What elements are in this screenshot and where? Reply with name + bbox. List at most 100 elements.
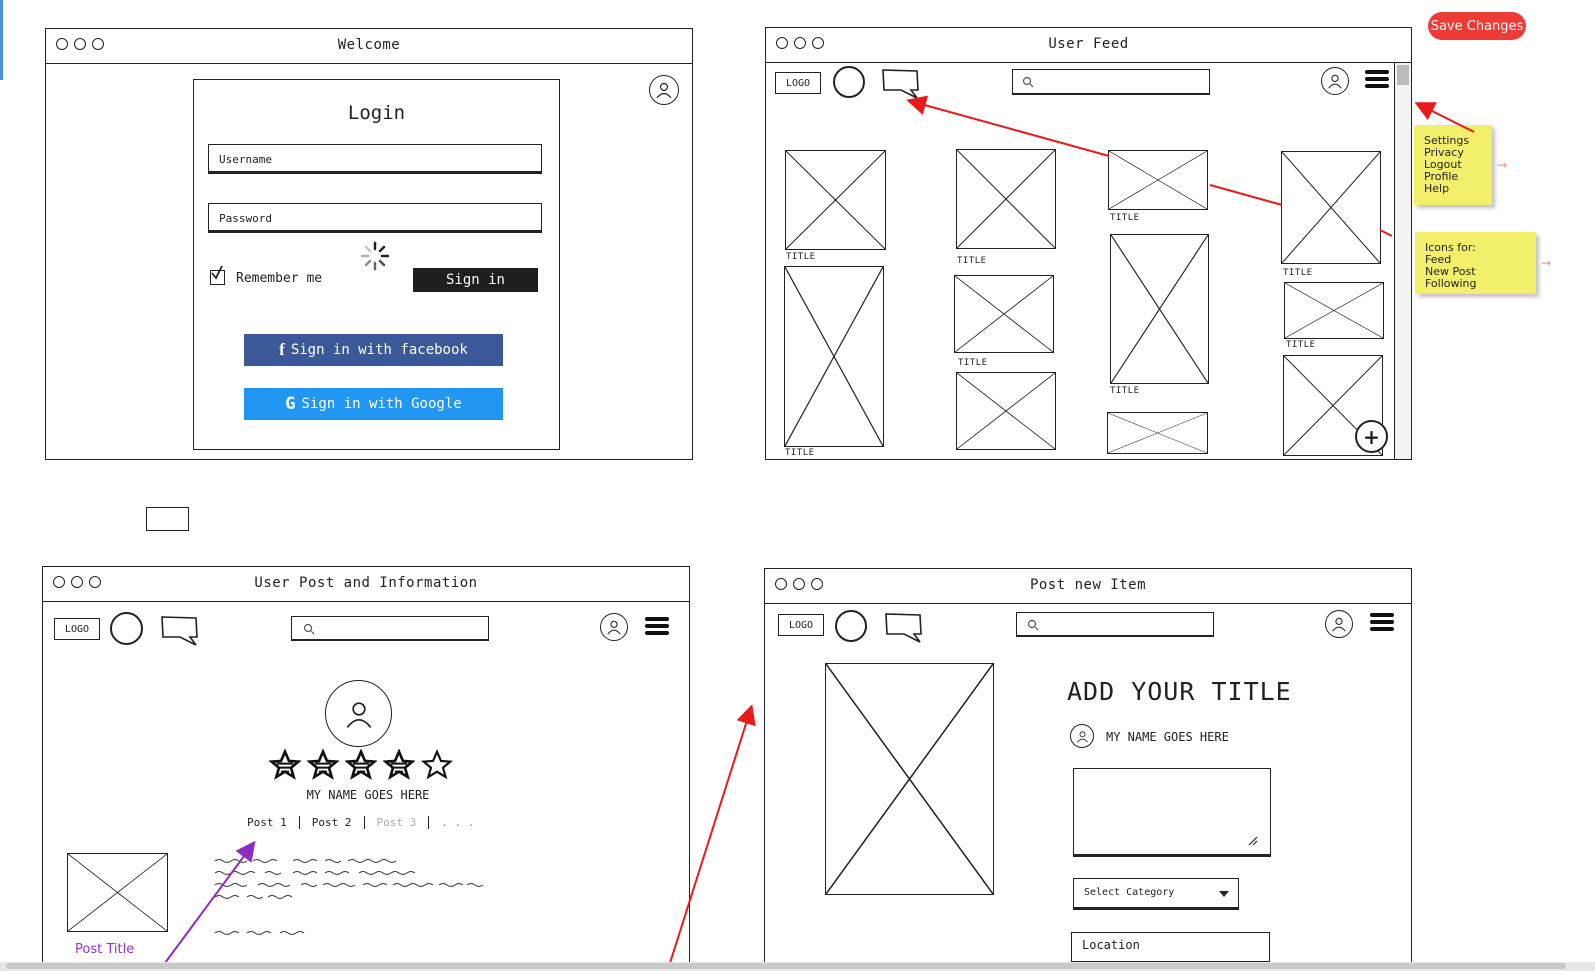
login-window: Welcome Login Username Password Remember…: [45, 28, 693, 460]
window-title: User Feed: [1048, 36, 1129, 52]
category-select-value: Select Category: [1084, 887, 1175, 898]
home-circle-icon[interactable]: [833, 66, 865, 98]
window-titlebar: Welcome: [46, 29, 692, 64]
category-select[interactable]: Select Category: [1073, 878, 1239, 910]
add-post-plus: +: [1363, 424, 1380, 449]
star-empty-icon[interactable]: [421, 749, 453, 781]
chat-bubble-icon[interactable]: [159, 615, 201, 647]
author-name: MY NAME GOES HERE: [1106, 730, 1229, 744]
profile-user-name: MY NAME GOES HERE: [306, 788, 430, 802]
feed-tile-title: TITLE: [1286, 340, 1316, 350]
feed-window: User Feed LOGO TITLE TITLE TITLE TITLE T…: [765, 27, 1412, 460]
add-post-fab-icon[interactable]: +: [1355, 420, 1388, 453]
chat-bubble-icon[interactable]: [881, 68, 921, 100]
location-input[interactable]: Location: [1071, 932, 1270, 962]
resize-handle-icon[interactable]: [1248, 836, 1258, 846]
star-filled-icon[interactable]: [307, 749, 339, 781]
facebook-sign-in-label: Sign in with facebook: [290, 342, 468, 358]
login-panel: Login Username Password Remember me Sign…: [193, 79, 560, 450]
facebook-icon: f: [279, 340, 285, 359]
new-post-window: Post new Item LOGO ADD YOUR TITLE MY NAM…: [764, 568, 1412, 966]
window-title: Post new Item: [1029, 577, 1147, 593]
feed-tile-title: TITLE: [1283, 268, 1313, 278]
user-avatar-icon[interactable]: [1325, 610, 1353, 638]
user-avatar-icon[interactable]: [649, 75, 679, 105]
stray-shape[interactable]: [146, 507, 189, 531]
feed-tile-image[interactable]: [1110, 234, 1209, 384]
google-sign-in-button[interactable]: G Sign in with Google: [244, 388, 503, 420]
post-title-heading[interactable]: ADD YOUR TITLE: [1067, 677, 1292, 706]
hamburger-menu-icon[interactable]: [1370, 613, 1394, 635]
window-title: User Post and Information: [254, 575, 478, 591]
feed-tile-image[interactable]: [956, 372, 1056, 450]
home-circle-icon[interactable]: [110, 612, 143, 645]
remember-checkbox[interactable]: [210, 266, 225, 285]
tab-post-1[interactable]: Post 1: [247, 816, 287, 829]
tab-post-2[interactable]: Post 2: [312, 816, 352, 829]
loading-spinner-icon: [359, 240, 391, 272]
logo[interactable]: LOGO: [775, 72, 821, 94]
feed-tile-title: TITLE: [958, 358, 988, 368]
chat-bubble-icon[interactable]: [883, 612, 925, 644]
logo[interactable]: LOGO: [54, 618, 100, 640]
search-icon: [303, 623, 315, 635]
rating-stars[interactable]: [269, 749, 459, 781]
tab-post-3[interactable]: Post 3: [377, 816, 417, 829]
note-link-arrow-icon[interactable]: →: [1497, 158, 1507, 172]
search-icon: [1022, 76, 1034, 88]
save-changes-button[interactable]: Save Changes: [1428, 12, 1526, 40]
remember-label: Remember me: [236, 271, 323, 286]
window-title: Welcome: [337, 37, 401, 53]
icons-sticky-note[interactable]: Icons for: Feed New Post Following: [1415, 232, 1536, 294]
search-input[interactable]: [1012, 69, 1210, 95]
description-textarea[interactable]: [1073, 768, 1271, 857]
scrollbar-thumb[interactable]: [6, 963, 1566, 969]
note-line: Following: [1425, 277, 1477, 290]
search-input[interactable]: [1016, 612, 1214, 637]
star-filled-icon[interactable]: [269, 749, 301, 781]
feed-tile-image[interactable]: [956, 149, 1056, 249]
login-heading: Login: [347, 102, 406, 124]
search-icon: [1027, 619, 1039, 631]
search-input[interactable]: [291, 616, 489, 641]
profile-avatar-icon[interactable]: [325, 680, 392, 747]
logo[interactable]: LOGO: [778, 614, 824, 636]
hamburger-menu-icon[interactable]: [1365, 70, 1389, 92]
scrollbar[interactable]: [1394, 63, 1411, 459]
post-title-annotation: Post Title: [75, 942, 135, 957]
tab-more[interactable]: . . .: [441, 816, 474, 829]
note-link-arrow-icon[interactable]: →: [1541, 256, 1551, 270]
sign-in-button[interactable]: Sign in: [413, 268, 538, 292]
window-titlebar: User Post and Information: [43, 567, 689, 602]
user-avatar-icon[interactable]: [1321, 67, 1349, 95]
hamburger-menu-icon[interactable]: [645, 617, 669, 639]
location-placeholder: Location: [1082, 938, 1140, 952]
feed-tile-image[interactable]: [785, 150, 886, 250]
star-filled-icon[interactable]: [345, 749, 377, 781]
post-image[interactable]: [67, 853, 168, 932]
profile-window: User Post and Information LOGO MY NAME G…: [42, 566, 690, 966]
menu-items-sticky-note[interactable]: Settings Privacy Logout Profile Help: [1414, 125, 1492, 205]
home-circle-icon[interactable]: [835, 610, 867, 642]
upload-image-placeholder[interactable]: [825, 663, 994, 895]
feed-tile-title: TITLE: [785, 448, 815, 458]
feed-tile-image[interactable]: [954, 275, 1054, 353]
feed-tile-title: TITLE: [1110, 386, 1140, 396]
scrollbar-thumb[interactable]: [1397, 65, 1409, 85]
star-filled-icon[interactable]: [383, 749, 415, 781]
password-input[interactable]: Password: [208, 203, 542, 233]
feed-tile-image[interactable]: [1107, 412, 1208, 454]
feed-tile-image[interactable]: [1284, 282, 1384, 339]
feed-tile-image[interactable]: [1108, 150, 1208, 210]
facebook-sign-in-button[interactable]: f Sign in with facebook: [244, 334, 503, 366]
google-sign-in-label: Sign in with Google: [301, 396, 462, 412]
horizontal-scrollbar[interactable]: [0, 962, 1595, 971]
feed-tile-image[interactable]: [1281, 151, 1381, 264]
feed-tile-image[interactable]: [784, 266, 884, 447]
feed-tile-title: TITLE: [1110, 213, 1140, 223]
username-input[interactable]: Username: [208, 144, 542, 174]
left-edge-marker: [0, 0, 3, 80]
window-titlebar: Post new Item: [765, 569, 1411, 604]
user-avatar-icon[interactable]: [600, 613, 628, 641]
feed-tile-title: TITLE: [786, 252, 816, 262]
